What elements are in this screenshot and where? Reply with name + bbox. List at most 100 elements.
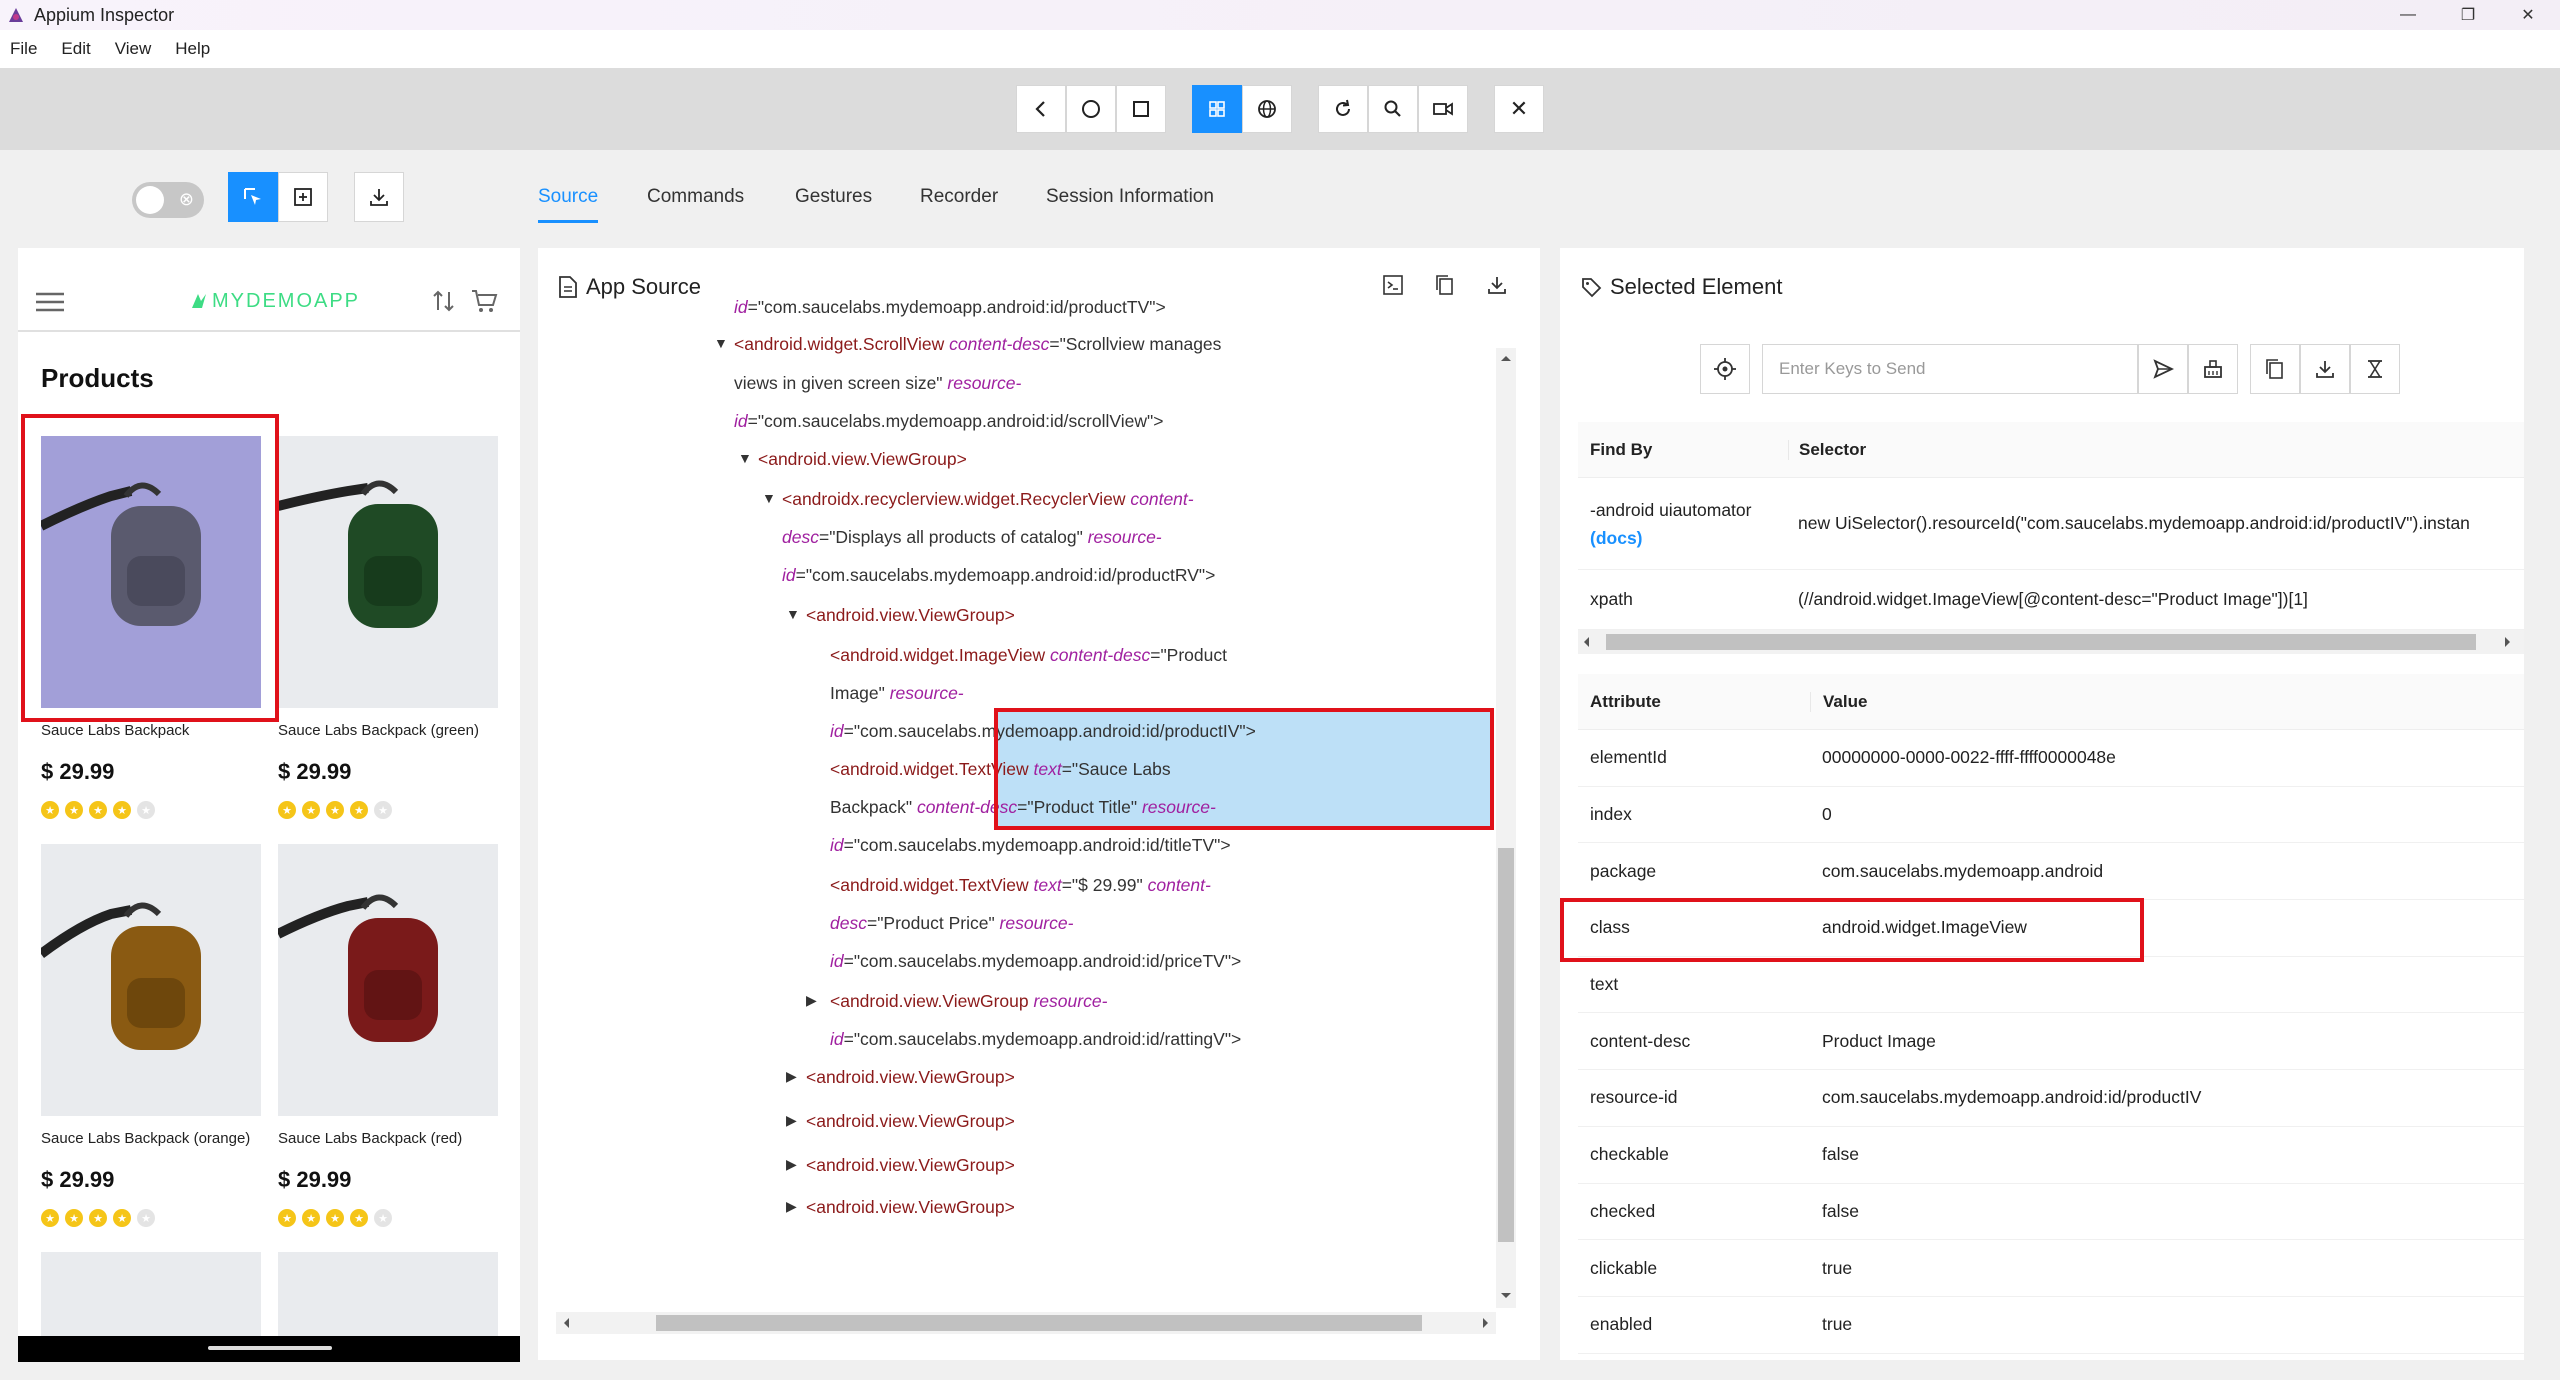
expand-caret-icon[interactable]: ▼ [714, 335, 728, 351]
sort-icon[interactable] [432, 288, 458, 314]
source-node-line[interactable]: views in given screen size" resource- [734, 364, 1021, 402]
native-app-mode-button[interactable] [1192, 85, 1242, 133]
tab-recorder[interactable]: Recorder [920, 186, 998, 208]
close-window-icon[interactable]: ✕ [2498, 0, 2558, 30]
attribute-value[interactable]: false [1810, 1144, 1859, 1165]
source-node-line[interactable]: <android.view.ViewGroup> [806, 596, 1015, 634]
scroll-left-icon[interactable] [556, 1312, 576, 1334]
source-node-line[interactable]: id="com.saucelabs.mydemoapp.android:id/p… [734, 288, 1166, 326]
product-card[interactable] [41, 1252, 261, 1336]
download-element-screenshot-button[interactable] [2300, 344, 2350, 394]
restore-icon[interactable]: ❐ [2438, 0, 2498, 30]
download-icon[interactable] [1486, 274, 1508, 296]
vertical-scrollbar[interactable] [1496, 348, 1516, 1308]
tab-source[interactable]: Source [538, 186, 598, 208]
star-empty-icon[interactable]: ★ [137, 801, 155, 819]
menu-edit[interactable]: Edit [61, 39, 90, 59]
star-icon[interactable]: ★ [89, 801, 107, 819]
source-node-line[interactable]: <androidx.recyclerview.widget.RecyclerVi… [782, 480, 1194, 518]
source-node-line[interactable]: Image" resource- [830, 674, 964, 712]
product-card[interactable] [278, 1252, 498, 1336]
collapse-caret-icon[interactable]: ▶ [806, 992, 817, 1009]
tab-session-information[interactable]: Session Information [1046, 186, 1214, 208]
source-node-line[interactable]: <android.widget.TextView text="$ 29.99" … [830, 866, 1211, 904]
menu-view[interactable]: View [115, 39, 152, 59]
source-node-line[interactable]: <android.view.ViewGroup> [806, 1146, 1015, 1184]
source-node-line[interactable]: id="com.saucelabs.mydemoapp.android:id/r… [830, 1020, 1241, 1058]
device-screenshot[interactable]: MYDEMOAPP Products Sauce Labs Backpack $… [18, 248, 520, 1362]
tap-swipe-button[interactable] [278, 172, 328, 222]
scroll-down-icon[interactable] [1496, 1286, 1516, 1306]
star-icon[interactable]: ★ [41, 801, 59, 819]
send-keys-input[interactable]: Enter Keys to Send [1762, 344, 2138, 394]
refresh-button[interactable] [1318, 85, 1368, 133]
product-image[interactable] [278, 844, 498, 1116]
star-icon[interactable]: ★ [278, 801, 296, 819]
web-mode-button[interactable] [1242, 85, 1292, 133]
attribute-value[interactable]: 0 [1810, 804, 1832, 825]
product-image[interactable] [278, 1252, 498, 1336]
attribute-value[interactable]: false [1810, 1201, 1859, 1222]
attribute-value[interactable]: Product Image [1810, 1031, 1936, 1052]
star-icon[interactable]: ★ [302, 1209, 320, 1227]
tab-commands[interactable]: Commands [647, 186, 744, 208]
source-node-line[interactable]: <android.widget.ScrollView content-desc=… [734, 325, 1221, 363]
attribute-value[interactable]: true [1810, 1258, 1852, 1279]
horizontal-scroll-thumb[interactable] [656, 1315, 1422, 1331]
expand-caret-icon[interactable]: ▼ [786, 606, 800, 622]
star-icon[interactable]: ★ [41, 1209, 59, 1227]
source-node-line[interactable]: id="com.saucelabs.mydemoapp.android:id/s… [734, 402, 1163, 440]
star-icon[interactable]: ★ [326, 1209, 344, 1227]
cart-icon[interactable] [470, 288, 498, 314]
scroll-up-icon[interactable] [1496, 348, 1516, 368]
source-node-line[interactable]: desc="Displays all products of catalog" … [782, 518, 1162, 556]
menu-file[interactable]: File [10, 39, 37, 59]
app-switch-button[interactable] [1116, 85, 1166, 133]
source-node-line[interactable]: desc="Product Price" resource- [830, 904, 1073, 942]
source-node-line[interactable]: id="com.saucelabs.mydemoapp.android:id/t… [830, 826, 1231, 864]
source-node-line[interactable]: id="com.saucelabs.mydemoapp.android:id/p… [782, 556, 1215, 594]
attribute-value[interactable]: 00000000-0000-0022-ffff-ffff0000048e [1810, 747, 2116, 768]
vertical-scroll-thumb[interactable] [1498, 848, 1514, 1242]
download-screenshot-button[interactable] [354, 172, 404, 222]
source-node-line[interactable]: <android.view.ViewGroup resource- [830, 982, 1107, 1020]
terminal-icon[interactable] [1382, 274, 1404, 296]
record-button[interactable] [1418, 85, 1468, 133]
collapse-caret-icon[interactable]: ▶ [786, 1068, 797, 1085]
copy-icon[interactable] [1434, 274, 1456, 296]
locator-selector[interactable]: new UiSelector().resourceId("com.saucela… [1788, 513, 2470, 534]
star-icon[interactable]: ★ [350, 1209, 368, 1227]
menu-help[interactable]: Help [175, 39, 210, 59]
collapse-caret-icon[interactable]: ▶ [786, 1112, 797, 1129]
attribute-value[interactable]: true [1810, 1314, 1852, 1335]
hamburger-menu-icon[interactable] [36, 292, 64, 312]
clear-button[interactable] [2188, 344, 2238, 394]
expand-caret-icon[interactable]: ▼ [738, 450, 752, 466]
source-node-line[interactable]: id="com.saucelabs.mydemoapp.android:id/p… [830, 942, 1241, 980]
star-empty-icon[interactable]: ★ [374, 1209, 392, 1227]
get-timing-button[interactable] [2350, 344, 2400, 394]
star-icon[interactable]: ★ [113, 1209, 131, 1227]
docs-link[interactable]: (docs) [1590, 524, 1788, 552]
product-card[interactable]: Sauce Labs Backpack (green) $ 29.99 ★ ★ ★ ★… [278, 436, 498, 819]
locator-scroll-thumb[interactable] [1606, 634, 2476, 650]
product-image[interactable] [41, 844, 261, 1116]
mjpeg-toggle[interactable]: ⊗ [132, 182, 204, 218]
horizontal-scrollbar[interactable] [556, 1312, 1496, 1334]
select-elements-button[interactable] [228, 172, 278, 222]
star-icon[interactable]: ★ [326, 801, 344, 819]
locator-selector[interactable]: (//android.widget.ImageView[@content-des… [1788, 589, 2308, 610]
product-image[interactable] [41, 1252, 261, 1336]
expand-caret-icon[interactable]: ▼ [762, 490, 776, 506]
scroll-left-icon[interactable] [1578, 630, 1594, 654]
copy-attributes-button[interactable] [2250, 344, 2300, 394]
star-icon[interactable]: ★ [65, 1209, 83, 1227]
star-icon[interactable]: ★ [278, 1209, 296, 1227]
attribute-value[interactable]: com.saucelabs.mydemoapp.android:id/produ… [1810, 1087, 2201, 1108]
send-keys-button[interactable] [2138, 344, 2188, 394]
collapse-caret-icon[interactable]: ▶ [786, 1198, 797, 1215]
tap-element-button[interactable] [1700, 344, 1750, 394]
product-card[interactable]: Sauce Labs Backpack (orange) $ 29.99 ★ ★ ★… [41, 844, 261, 1227]
star-icon[interactable]: ★ [113, 801, 131, 819]
locator-scrollbar[interactable] [1578, 630, 2524, 654]
